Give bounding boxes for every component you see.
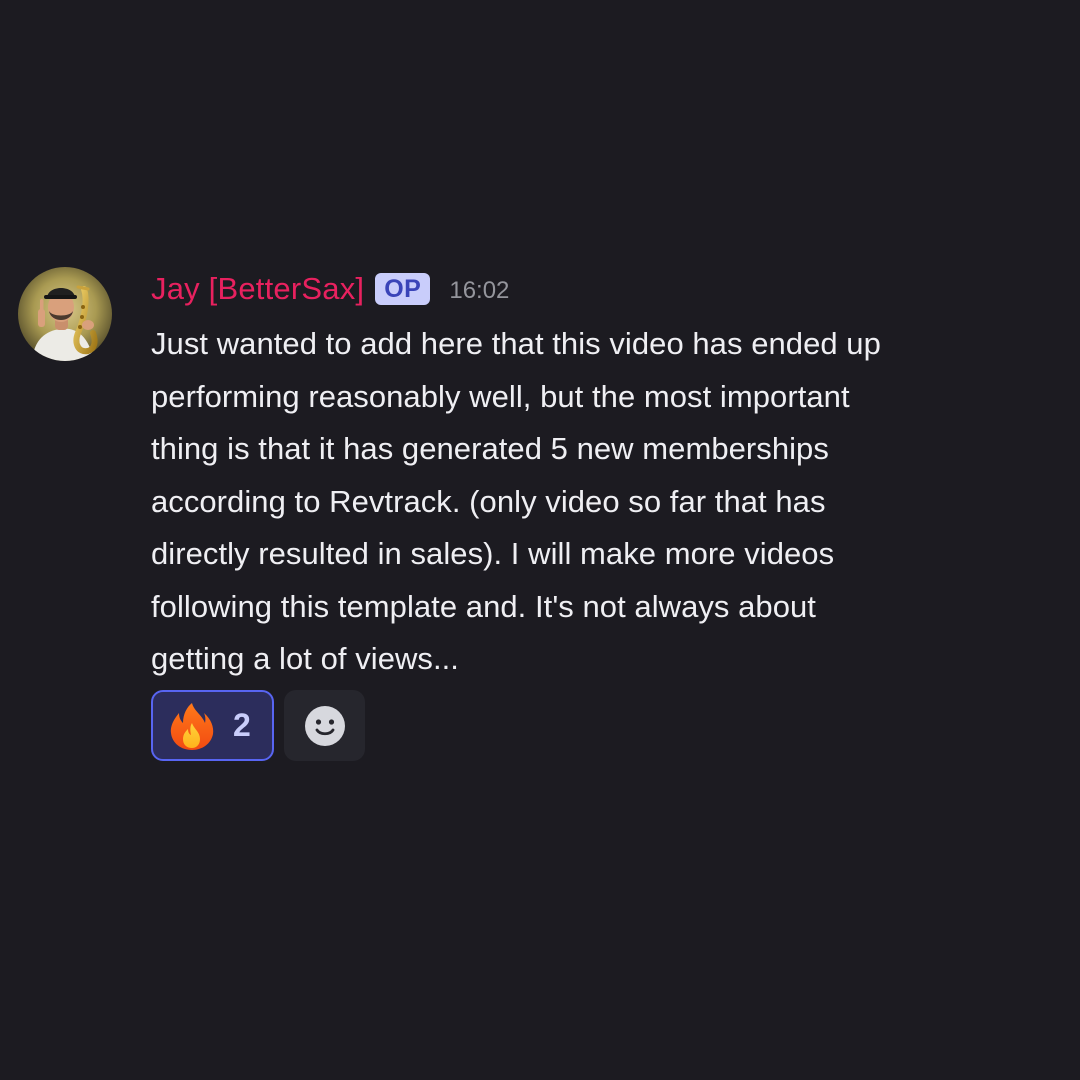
chat-message: Jay [BetterSax] OP 16:02 Just wanted to … — [0, 262, 1080, 772]
fire-emoji-icon — [170, 702, 214, 750]
add-reaction-button[interactable] — [284, 690, 365, 761]
smiley-face-icon — [304, 705, 345, 746]
message-timestamp[interactable]: 16:02 — [449, 277, 509, 305]
reactions-bar: 2 — [151, 690, 365, 761]
user-avatar[interactable] — [18, 267, 112, 361]
author-name[interactable]: Jay [BetterSax] — [151, 271, 364, 307]
reaction-fire[interactable]: 2 — [151, 690, 274, 761]
message-content: Just wanted to add here that this video … — [151, 326, 881, 676]
reaction-count: 2 — [233, 707, 251, 743]
avatar-photo-icon — [18, 267, 112, 361]
op-badge: OP — [375, 273, 431, 305]
message-header: Jay [BetterSax] OP 16:02 — [151, 268, 509, 310]
